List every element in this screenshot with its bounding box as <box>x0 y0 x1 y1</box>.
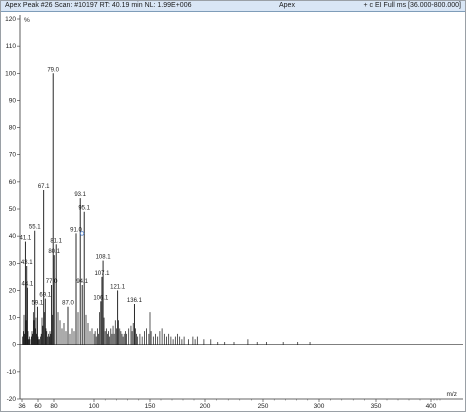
y-tick-label: 20 <box>9 287 17 294</box>
peak-label: 107.1 <box>94 271 110 277</box>
x-tick-label: 100 <box>89 403 100 410</box>
x-tick-label: 300 <box>314 403 325 410</box>
y-axis-unit-label: % <box>24 17 30 24</box>
peak-label: 136.1 <box>127 298 143 304</box>
spectrum-window: Apex Peak #26 Scan: #10197 RT: 40.19 min… <box>0 0 466 412</box>
peak-label: 95.1 <box>78 206 90 212</box>
x-tick-label: 400 <box>426 403 437 410</box>
peak-label: 94.1 <box>76 279 88 285</box>
peak-label: 43.1 <box>21 260 33 266</box>
y-tick-label: -10 <box>7 369 17 376</box>
y-tick-label: 50 <box>9 206 17 213</box>
y-tick-label: -20 <box>7 396 17 403</box>
y-tick-label: 90 <box>9 97 17 104</box>
peak-label: 44.1 <box>22 282 34 288</box>
x-tick-label: 150 <box>145 403 156 410</box>
y-tick-label: 120 <box>5 16 16 23</box>
y-tick-label: 60 <box>9 179 17 186</box>
x-tick-label: 80 <box>50 403 58 410</box>
x-tick-label: 60 <box>34 403 42 410</box>
peak-label: 93.1 <box>74 192 86 198</box>
peak-label: 81.1 <box>50 238 62 244</box>
peak-label: 106.1 <box>93 295 109 301</box>
x-tick-label: 36 <box>18 403 26 410</box>
mass-spectrum-chart: -20 -10 0 10 20 30 40 50 60 70 80 90 100 110 120 % 36 60 8… <box>5 15 463 410</box>
y-tick-label: 80 <box>9 125 17 132</box>
x-tick-label: 350 <box>371 403 382 410</box>
y-tick-label: 30 <box>9 260 17 267</box>
peak-label: 87.0 <box>62 301 74 307</box>
peak-label: 80.1 <box>48 249 60 255</box>
x-tick-label: 200 <box>200 403 211 410</box>
y-tick-label: 10 <box>9 315 17 322</box>
peak-label: 121.1 <box>110 284 126 290</box>
x-tick-label: 250 <box>258 403 269 410</box>
y-tick-label: 100 <box>5 70 16 77</box>
y-tick-label: 0 <box>12 342 16 349</box>
peak-label: 41.1 <box>20 236 32 242</box>
peak-label: 55.1 <box>29 225 41 231</box>
peak-label: 69.1 <box>39 293 51 299</box>
y-tick-label: 110 <box>6 43 17 50</box>
x-axis-label: m/z <box>447 391 457 398</box>
peak-label: 59.1 <box>32 301 44 307</box>
peak-label: 79.0 <box>47 67 59 73</box>
peak-label: 108.1 <box>96 255 112 261</box>
y-tick-label: 40 <box>9 233 17 240</box>
peak-label: 67.1 <box>38 184 50 190</box>
y-tick-label: 70 <box>9 152 17 159</box>
